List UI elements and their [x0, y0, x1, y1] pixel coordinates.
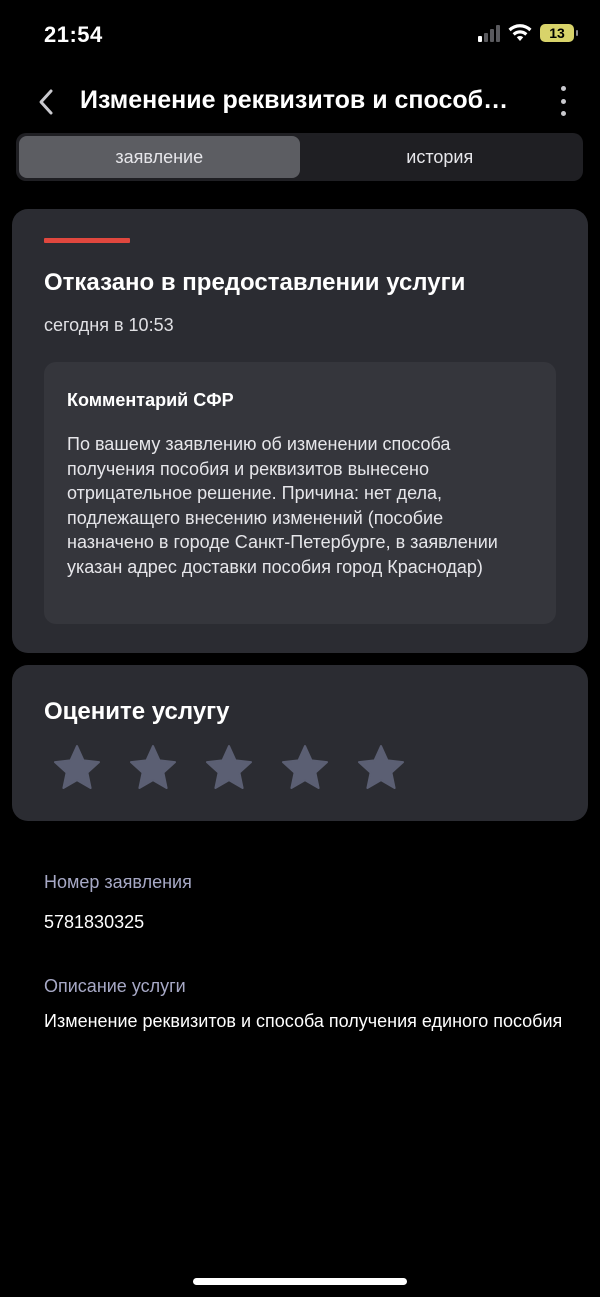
star-3-button[interactable] [204, 743, 254, 793]
star-icon [130, 745, 176, 789]
rating-card: Оцените услугу [12, 665, 588, 821]
page-title: Изменение реквизитов и способа получения… [80, 86, 510, 114]
chevron-left-icon [39, 89, 53, 115]
comment-title: Комментарий СФР [67, 390, 234, 410]
app-header: Изменение реквизитов и способа получения… [0, 78, 600, 126]
home-indicator[interactable] [193, 1278, 407, 1285]
star-icon [206, 745, 252, 789]
application-number-label: Номер заявления [44, 872, 192, 892]
star-icon [358, 745, 404, 789]
service-description-label: Описание услуги [44, 976, 186, 996]
star-rating [52, 743, 406, 793]
service-description-value: Изменение реквизитов и способа получения… [44, 1011, 563, 1031]
back-button[interactable] [30, 84, 62, 120]
comment-text: По вашему заявлению об изменении способа… [67, 434, 498, 577]
more-vertical-icon [560, 86, 566, 91]
star-icon [282, 745, 328, 789]
cellular-signal-icon [478, 24, 500, 42]
tab-application[interactable]: заявление [19, 136, 300, 178]
status-time: 21:54 [44, 22, 103, 47]
segmented-tabs: заявление история [16, 133, 583, 181]
application-number-section: Номер заявления 5781830325 [44, 872, 564, 937]
status-title: Отказано в предоставлении услуги [44, 269, 466, 296]
comment-box: Комментарий СФР По вашему заявлению об и… [44, 362, 556, 624]
application-number-value: 5781830325 [44, 912, 145, 932]
service-description-section: Описание услуги Изменение реквизитов и с… [44, 976, 564, 1036]
status-date: сегодня в 10:53 [44, 315, 174, 335]
star-5-button[interactable] [356, 743, 406, 793]
application-status-card: Отказано в предоставлении услуги сегодня… [12, 209, 588, 653]
more-options-button[interactable] [556, 86, 570, 116]
star-1-button[interactable] [52, 743, 102, 793]
status-icons: 13 [478, 24, 578, 42]
status-bar: 21:54 13 [0, 0, 600, 72]
star-2-button[interactable] [128, 743, 178, 793]
wifi-icon [508, 24, 532, 41]
star-icon [54, 745, 100, 789]
star-4-button[interactable] [280, 743, 330, 793]
battery-icon: 13 [540, 24, 578, 42]
tab-history[interactable]: история [300, 136, 581, 178]
rating-title: Оцените услугу [44, 698, 230, 725]
status-accent-bar [44, 238, 130, 243]
